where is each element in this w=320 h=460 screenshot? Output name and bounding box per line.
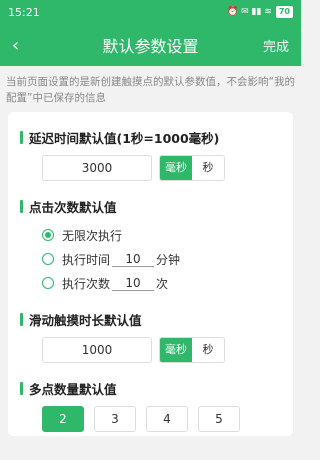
multi-count-options: 2 3 4 5 — [42, 406, 281, 432]
radio-checked-icon[interactable] — [42, 229, 54, 241]
radio-exec-time[interactable]: 执行时间 10 分钟 — [42, 248, 281, 270]
slide-unit-toggle: 毫秒 秒 — [159, 337, 225, 363]
settings-card: 延迟时间默认值(1秒=1000毫秒) 3000 毫秒 秒 点击次数默认值 无限次… — [8, 112, 293, 436]
multi-count-4[interactable]: 4 — [146, 406, 188, 432]
section-slide-title: 滑动触摸时长默认值 — [20, 310, 281, 329]
exec-time-unit: 分钟 — [156, 252, 181, 267]
battery-icon: 70 — [275, 6, 293, 18]
radio-unlimited-label: 无限次执行 — [62, 228, 123, 243]
delay-row: 3000 毫秒 秒 — [42, 155, 281, 181]
multi-count-2[interactable]: 2 — [42, 406, 84, 432]
radio-exec-count[interactable]: 执行次数 10 次 — [42, 272, 281, 294]
exec-count-unit: 次 — [156, 276, 169, 291]
notice-text: 当前页面设置的是新创建触摸点的默认参数值，不会影响“我的配置”中已保存的信息 — [6, 76, 295, 104]
radio-exec-count-label: 执行次数 — [62, 276, 111, 291]
done-button[interactable]: 完成 — [263, 36, 289, 55]
radio-unlimited[interactable]: 无限次执行 — [42, 224, 281, 246]
multi-count-3[interactable]: 3 — [94, 406, 136, 432]
delay-unit-s[interactable]: 秒 — [192, 156, 224, 180]
slide-unit-s[interactable]: 秒 — [192, 338, 224, 362]
slide-row: 1000 毫秒 秒 — [42, 337, 281, 363]
section-bar — [20, 382, 23, 395]
delay-unit-toggle: 毫秒 秒 — [159, 155, 225, 181]
exec-time-input[interactable]: 10 — [112, 252, 155, 267]
status-icons: ⏰ ✉ ▮▮ ≋ 70 — [227, 6, 293, 18]
delay-input[interactable]: 3000 — [42, 155, 152, 181]
multi-count-5[interactable]: 5 — [198, 406, 240, 432]
section-bar — [20, 313, 23, 326]
nav-bar: ‹ 默认参数设置 完成 — [0, 24, 301, 66]
slide-input[interactable]: 1000 — [42, 337, 152, 363]
delay-unit-ms[interactable]: 毫秒 — [160, 156, 192, 180]
status-icons-glyphs: ⏰ ✉ ▮▮ ≋ — [227, 7, 272, 17]
slide-unit-ms[interactable]: 毫秒 — [160, 338, 192, 362]
section-clicks-title: 点击次数默认值 — [20, 197, 281, 216]
radio-unchecked-icon[interactable] — [42, 253, 54, 265]
section-multi-title: 多点数量默认值 — [20, 379, 281, 398]
section-slide-label: 滑动触摸时长默认值 — [29, 313, 142, 328]
radio-unchecked-icon[interactable] — [42, 277, 54, 289]
section-delay-title: 延迟时间默认值(1秒=1000毫秒) — [20, 128, 281, 147]
section-clicks-label: 点击次数默认值 — [29, 200, 117, 215]
exec-count-input[interactable]: 10 — [112, 276, 155, 291]
section-bar — [20, 200, 23, 213]
status-bar: 15:21 ⏰ ✉ ▮▮ ≋ 70 — [0, 0, 301, 24]
back-icon[interactable]: ‹ — [12, 35, 52, 56]
section-delay-label: 延迟时间默认值(1秒=1000毫秒) — [29, 131, 220, 146]
radio-exec-time-label: 执行时间 — [62, 252, 111, 267]
status-time: 15:21 — [8, 5, 40, 19]
section-multi-label: 多点数量默认值 — [29, 382, 117, 397]
section-bar — [20, 131, 23, 144]
